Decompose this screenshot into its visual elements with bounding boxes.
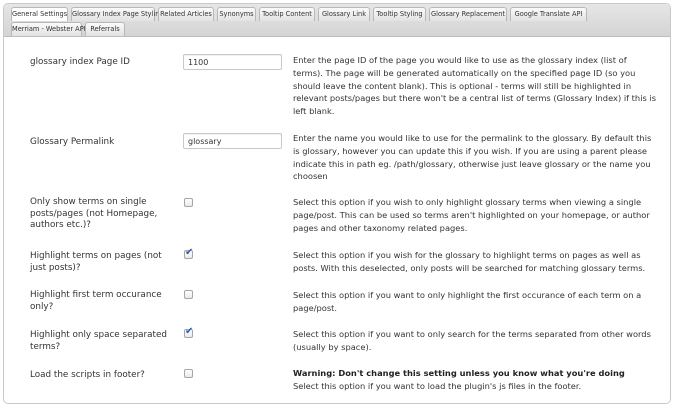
tab-synonyms[interactable]: Synonyms [217, 7, 256, 21]
tab-glossary-replacement[interactable]: Glossary Replacement [429, 7, 507, 21]
tab-referrals[interactable]: Referrals [85, 22, 125, 36]
highlight-pages-label: Highlight terms on pages (not just posts… [30, 251, 162, 273]
tab-merriam-webster-api[interactable]: Merriam - Webster API [11, 22, 86, 36]
tab-google-translate-api[interactable]: Google Translate API [510, 7, 587, 21]
only-single-label: Only show terms on single posts/pages (n… [30, 197, 158, 230]
highlight-pages-description: Select this option if you wish for the g… [293, 250, 646, 273]
tab-bar: General Settings Glossary Index Page Sty… [4, 4, 670, 37]
index-page-description: Enter the page ID of the page you would … [293, 55, 657, 117]
tab-tooltip-styling[interactable]: Tooltip Styling [373, 7, 426, 21]
tab-general-settings[interactable]: General Settings [11, 7, 68, 21]
scripts-footer-description: Select this option if you want to load t… [293, 380, 582, 391]
first-occurance-description: Select this option if you want to only h… [293, 290, 642, 313]
permalink-description: Enter the name you would like to use for… [293, 133, 652, 182]
scripts-footer-checkbox[interactable] [184, 369, 193, 378]
scripts-footer-label: Load the scripts in footer? [30, 370, 145, 380]
settings-panel: General Settings Glossary Index Page Sty… [3, 3, 671, 404]
permalink-label: Glossary Permalink [30, 137, 115, 147]
permalink-input[interactable] [183, 133, 282, 149]
first-occurance-label: Highlight first term occurance only? [30, 290, 162, 312]
index-page-input[interactable] [183, 54, 282, 70]
only-single-checkbox[interactable] [184, 198, 193, 207]
tab-tooltip-content[interactable]: Tooltip Content [259, 7, 315, 21]
highlight-pages-checkbox[interactable]: ✔ [184, 247, 194, 259]
tab-glossary-index-page-styling[interactable]: Glossary Index Page Styling [71, 7, 164, 21]
space-separated-description: Select this option if you want to only s… [293, 329, 651, 352]
space-separated-checkbox[interactable]: ✔ [184, 326, 194, 338]
index-page-label: glossary index Page ID [30, 57, 130, 67]
tab-related-articles[interactable]: Related Articles [158, 7, 214, 21]
checkmark-icon: ✔ [185, 247, 194, 258]
tab-glossary-link[interactable]: Glossary Link [318, 7, 370, 21]
scripts-footer-description-block: Warning: Don't change this setting unles… [293, 367, 657, 393]
only-single-description: Select this option if you wish to only h… [293, 197, 650, 233]
space-separated-label: Highlight only space separated terms? [30, 330, 167, 352]
scripts-footer-warning: Warning: Don't change this setting unles… [293, 368, 625, 378]
checkmark-icon: ✔ [185, 326, 194, 337]
first-occurance-checkbox[interactable] [184, 290, 193, 299]
